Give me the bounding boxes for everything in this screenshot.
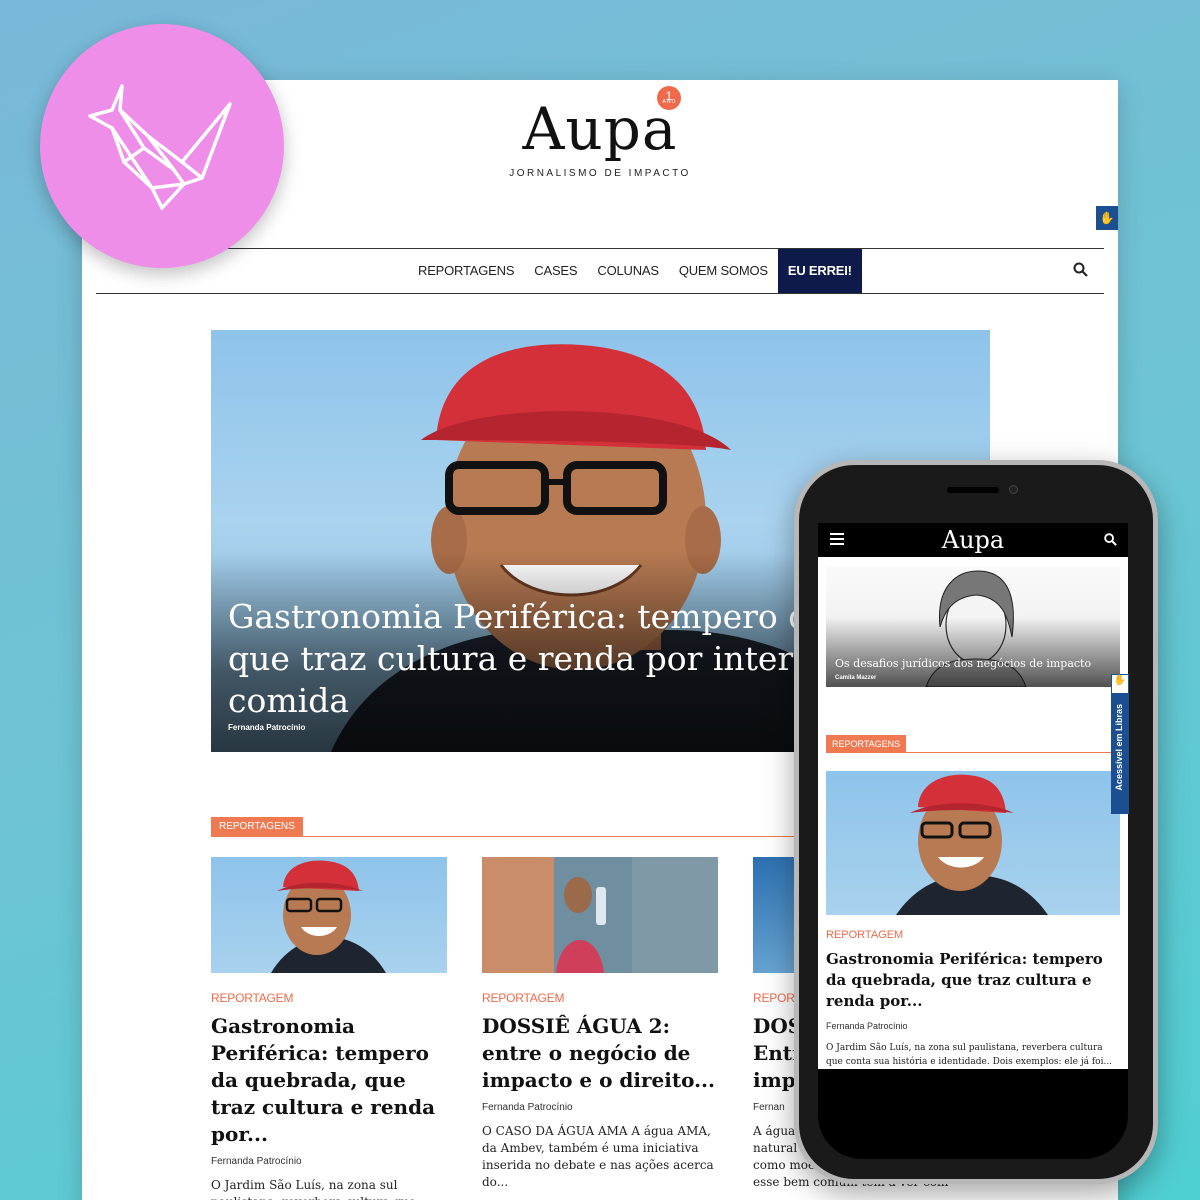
- article-card[interactable]: REPORTAGEM Gastronomia Periférica: tempe…: [211, 857, 447, 1200]
- article-card[interactable]: REPORTAGEM DOSSIÊ ÁGUA 2: entre o negóci…: [482, 857, 718, 1191]
- nav-item-eu-errei[interactable]: EU ERREI!: [777, 249, 862, 293]
- libras-accessibility-tab[interactable]: ✋ Acessível em Libras: [1111, 674, 1129, 814]
- mobile-article-excerpt: O Jardim São Luís, na zona sul paulistan…: [826, 1043, 1113, 1067]
- mobile-logo[interactable]: Aupa: [818, 525, 1128, 555]
- section-label[interactable]: REPORTAGENS: [211, 817, 303, 837]
- article-thumbnail[interactable]: [482, 857, 718, 973]
- article-author: Fernanda Patrocínio: [482, 1102, 573, 1113]
- feature-title[interactable]: Os desafios jurídicos dos negócios de im…: [835, 657, 1091, 670]
- site-logo[interactable]: Aupa 1 ANO: [523, 86, 682, 158]
- article-title[interactable]: DOSSIÊ ÁGUA 2: entre o negócio de impact…: [482, 1013, 718, 1094]
- mobile-screen: Aupa Os desafios jurídicos dos negócios …: [818, 523, 1128, 1069]
- article-excerpt: O Jardim São Luís, na zona sul paulistan…: [211, 1178, 416, 1200]
- article-author: Fernanda Patrocínio: [211, 1156, 302, 1167]
- feature-author: Camila Mazzer: [835, 675, 877, 681]
- nav-item-quem-somos[interactable]: QUEM SOMOS: [669, 249, 778, 293]
- nav-item-colunas[interactable]: COLUNAS: [587, 249, 668, 293]
- article-title[interactable]: Gastronomia Periférica: tempero da quebr…: [211, 1013, 447, 1148]
- mobile-section-header: REPORTAGENS: [826, 735, 1114, 753]
- article-thumbnail[interactable]: [211, 857, 447, 973]
- article-category[interactable]: REPORTAGEM: [211, 991, 447, 1005]
- libras-hand-icon: ✋: [1111, 674, 1129, 694]
- anniversary-label: ANO: [662, 99, 677, 105]
- libras-label: Acessível em Libras: [1114, 704, 1124, 791]
- hero-author[interactable]: Fernanda Patrocínio: [228, 723, 305, 732]
- mobile-article-thumbnail[interactable]: [826, 771, 1120, 915]
- mobile-article-category[interactable]: REPORTAGEM: [826, 929, 903, 941]
- origami-badge: [40, 24, 284, 268]
- mobile-feature-story[interactable]: Os desafios jurídicos dos negócios de im…: [826, 567, 1120, 687]
- main-nav: REPORTAGENS CASES COLUNAS QUEM SOMOS EU …: [96, 248, 1104, 294]
- search-icon[interactable]: [1072, 261, 1090, 279]
- nav-item-cases[interactable]: CASES: [524, 249, 587, 293]
- mobile-section-label[interactable]: REPORTAGENS: [826, 735, 907, 753]
- anniversary-badge: 1 ANO: [657, 86, 682, 110]
- article-category[interactable]: REPORTAGEM: [482, 991, 718, 1005]
- mobile-header: Aupa: [818, 523, 1128, 557]
- libras-accessibility-icon[interactable]: ✋: [1096, 206, 1118, 230]
- article-excerpt: O CASO DA ÁGUA AMA A água AMA, da Ambev,…: [482, 1124, 714, 1189]
- mobile-article-title[interactable]: Gastronomia Periférica: tempero da quebr…: [826, 949, 1122, 1012]
- search-icon[interactable]: [1103, 532, 1118, 547]
- mobile-phone: Aupa Os desafios jurídicos dos negócios …: [794, 460, 1158, 1184]
- nav-item-reportagens[interactable]: REPORTAGENS: [408, 249, 524, 293]
- mobile-article-author: Fernanda Patrocínio: [826, 1021, 908, 1031]
- logo-text: Aupa: [522, 95, 678, 163]
- origami-crane-icon: [88, 84, 232, 210]
